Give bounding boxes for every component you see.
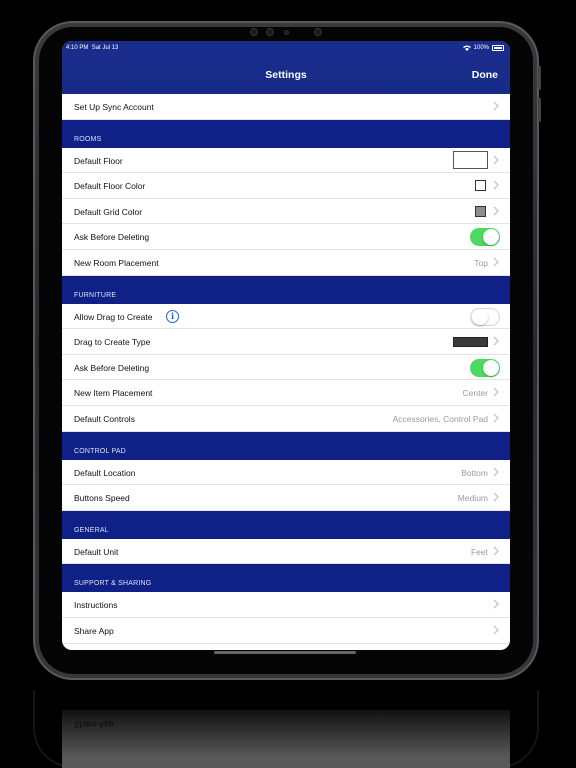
row-value: Accessories, Control Pad xyxy=(392,413,488,424)
row-value: Feet xyxy=(470,546,488,557)
row-value: Bottom xyxy=(461,467,488,478)
section-header-support: SUPPORT & SHARING xyxy=(62,564,510,593)
default-unit-row[interactable]: Default Unit Feet xyxy=(62,538,510,565)
info-icon[interactable]: i xyxy=(166,309,179,323)
row-label: Share App xyxy=(74,625,114,636)
allow-drag-toggle[interactable] xyxy=(470,307,500,326)
toggle-knob xyxy=(483,229,499,246)
section-header-control-pad: CONTROL PAD xyxy=(62,431,510,460)
row-label: Drag to Create Type xyxy=(74,337,151,348)
chevron-right-icon xyxy=(492,154,500,166)
furniture-ask-before-deleting-row: Ask Before Deleting xyxy=(62,354,510,381)
chevron-right-icon xyxy=(492,545,500,557)
status-right: 100% xyxy=(462,41,504,55)
row-label: Buttons Speed xyxy=(74,493,130,504)
row-label: Default Grid Color xyxy=(74,206,143,217)
status-time: 4:10 PM Sat Jul 13 xyxy=(66,45,119,51)
grid-color-swatch xyxy=(475,205,486,217)
settings-list: Set Up Sync Account ROOMS Default Floor … xyxy=(62,94,510,650)
rooms-ask-before-deleting-toggle[interactable] xyxy=(470,228,500,247)
sensor-icon xyxy=(314,28,322,36)
default-grid-color-row[interactable]: Default Grid Color xyxy=(62,198,510,225)
section-header-furniture: FURNITURE xyxy=(62,275,510,304)
row-label: Ask Before Deleting xyxy=(74,362,150,373)
row-value: Medium xyxy=(457,493,488,504)
row-label: Ask Before Deleting xyxy=(74,232,150,243)
battery-percent: 100% xyxy=(473,45,489,51)
floor-color-swatch xyxy=(475,180,486,192)
chevron-right-icon xyxy=(492,491,500,503)
chevron-right-icon xyxy=(492,386,500,398)
home-indicator[interactable] xyxy=(214,651,356,654)
partial-row xyxy=(62,643,510,650)
power-button xyxy=(538,98,541,122)
app-screen: 4:10 PM Sat Jul 13 100% Settings Done Se… xyxy=(62,41,510,650)
reflection-text: Share App xyxy=(74,720,114,730)
new-room-placement-row[interactable]: New Room Placement Top xyxy=(62,249,510,276)
sensor-icon xyxy=(250,28,258,36)
chevron-right-icon xyxy=(492,100,500,112)
row-value: Center xyxy=(462,388,488,399)
chevron-right-icon xyxy=(492,624,500,636)
rooms-ask-before-deleting-row: Ask Before Deleting xyxy=(62,224,510,250)
floor-preview xyxy=(453,150,488,169)
new-item-placement-row[interactable]: New Item Placement Center xyxy=(62,380,510,406)
row-label: Set Up Sync Account xyxy=(74,102,154,112)
chevron-right-icon xyxy=(492,179,500,191)
indicator-icon xyxy=(284,30,289,35)
row-label: New Item Placement xyxy=(74,388,153,399)
row-label: Default Floor xyxy=(74,155,123,166)
row-value: Top xyxy=(474,257,488,268)
buttons-speed-row[interactable]: Buttons Speed Medium xyxy=(62,485,510,511)
row-label: Default Floor Color xyxy=(74,181,146,192)
allow-drag-row: Allow Drag to Create i xyxy=(62,303,510,330)
done-button[interactable]: Done xyxy=(472,69,498,81)
row-label: Allow Drag to Create xyxy=(74,311,153,322)
navigation-bar: Settings Done xyxy=(62,55,510,94)
default-floor-color-row[interactable]: Default Floor Color xyxy=(62,173,510,199)
reflection-screen xyxy=(62,710,510,768)
chevron-right-icon xyxy=(492,598,500,610)
section-header-rooms: ROOMS xyxy=(62,119,510,148)
drag-type-row[interactable]: Drag to Create Type xyxy=(62,329,510,355)
chevron-right-icon xyxy=(492,205,500,217)
chevron-right-icon xyxy=(492,256,500,268)
toggle-knob xyxy=(483,359,499,376)
row-label: New Room Placement xyxy=(74,257,159,268)
share-app-row[interactable]: Share App xyxy=(62,617,510,644)
default-location-row[interactable]: Default Location Bottom xyxy=(62,459,510,486)
toggle-knob xyxy=(472,308,488,325)
drag-type-preview xyxy=(453,337,488,348)
instructions-row[interactable]: Instructions xyxy=(62,592,510,618)
volume-button xyxy=(538,66,541,90)
status-bar: 4:10 PM Sat Jul 13 100% xyxy=(62,41,510,55)
chevron-right-icon xyxy=(492,412,500,424)
chevron-right-icon xyxy=(492,335,500,347)
camera-icon xyxy=(266,28,274,36)
chevron-right-icon xyxy=(492,466,500,478)
row-label: Instructions xyxy=(74,600,118,611)
row-label: Default Location xyxy=(74,467,136,478)
furniture-ask-before-deleting-toggle[interactable] xyxy=(470,358,500,377)
row-label: Default Unit xyxy=(74,546,119,557)
battery-icon xyxy=(492,45,504,51)
section-header-general: GENERAL xyxy=(62,510,510,539)
row-label: Default Controls xyxy=(74,413,135,424)
page-title: Settings xyxy=(265,69,307,81)
default-controls-row[interactable]: Default Controls Accessories, Control Pa… xyxy=(62,405,510,432)
sync-account-row[interactable]: Set Up Sync Account xyxy=(62,94,510,120)
wifi-icon xyxy=(462,45,471,51)
device-reflection: Share App xyxy=(33,690,539,768)
default-floor-row[interactable]: Default Floor xyxy=(62,147,510,174)
